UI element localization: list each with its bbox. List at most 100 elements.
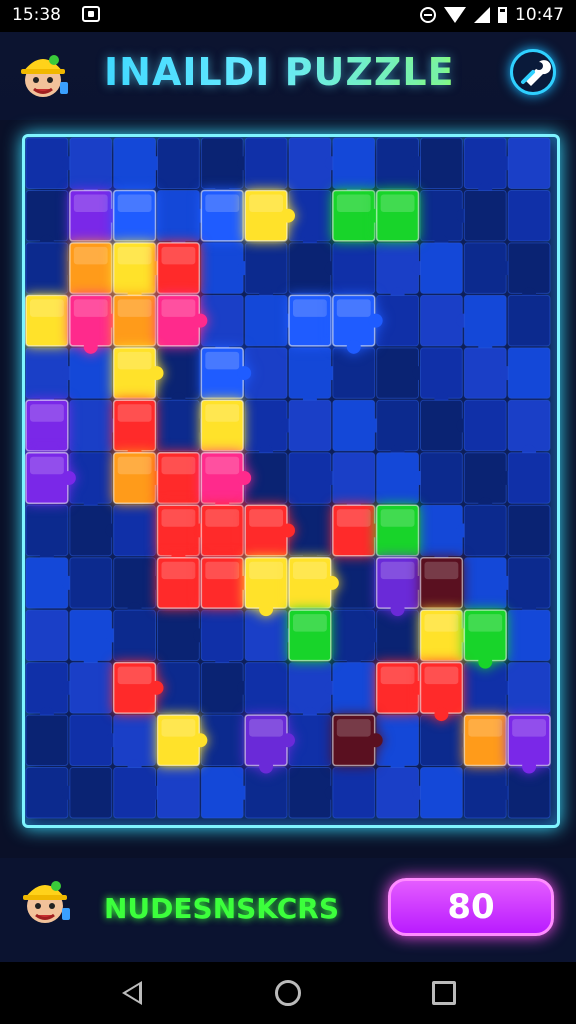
empty-piece[interactable]: [69, 609, 120, 669]
empty-piece[interactable]: [332, 557, 376, 609]
tools-button[interactable]: [510, 49, 556, 95]
empty-piece[interactable]: [25, 767, 76, 819]
placed-piece[interactable]: [200, 347, 252, 400]
placed-piece[interactable]: [25, 452, 76, 504]
empty-piece[interactable]: [507, 294, 551, 347]
empty-piece[interactable]: [69, 767, 113, 819]
empty-piece[interactable]: [113, 557, 164, 617]
empty-piece[interactable]: [332, 609, 383, 669]
empty-piece[interactable]: [244, 242, 288, 302]
placed-piece[interactable]: [375, 189, 420, 242]
empty-piece[interactable]: [200, 714, 244, 767]
empty-piece[interactable]: [157, 662, 200, 722]
placed-piece[interactable]: [332, 714, 383, 767]
placed-piece[interactable]: [419, 661, 464, 722]
empty-piece[interactable]: [288, 189, 332, 249]
score-button[interactable]: 80: [388, 878, 554, 936]
placed-piece[interactable]: [156, 556, 201, 609]
placed-piece[interactable]: [463, 714, 507, 767]
empty-piece[interactable]: [69, 137, 113, 197]
empty-piece[interactable]: [244, 452, 288, 504]
placed-piece[interactable]: [112, 399, 157, 459]
empty-piece[interactable]: [244, 609, 295, 662]
empty-piece[interactable]: [25, 609, 69, 662]
empty-piece[interactable]: [113, 504, 156, 557]
empty-piece[interactable]: [420, 189, 471, 249]
placed-piece[interactable]: [200, 452, 252, 512]
empty-piece[interactable]: [157, 347, 200, 407]
empty-piece[interactable]: [25, 557, 76, 609]
empty-piece[interactable]: [288, 662, 339, 722]
empty-piece[interactable]: [332, 399, 383, 452]
placed-piece[interactable]: [332, 504, 383, 557]
placed-piece[interactable]: [244, 556, 288, 617]
empty-piece[interactable]: [25, 189, 69, 249]
empty-piece[interactable]: [288, 714, 332, 767]
placed-piece[interactable]: [200, 504, 244, 557]
empty-piece[interactable]: [507, 347, 551, 399]
placed-piece[interactable]: [69, 242, 113, 295]
empty-piece[interactable]: [420, 137, 463, 189]
empty-piece[interactable]: [507, 189, 551, 242]
empty-piece[interactable]: [376, 452, 427, 504]
empty-piece[interactable]: [420, 294, 471, 347]
empty-piece[interactable]: [157, 399, 208, 452]
empty-piece[interactable]: [69, 557, 113, 609]
placed-piece[interactable]: [112, 189, 157, 242]
placed-piece[interactable]: [375, 504, 420, 557]
empty-piece[interactable]: [463, 294, 507, 354]
placed-piece[interactable]: [112, 347, 164, 400]
empty-piece[interactable]: [244, 137, 288, 189]
placed-piece[interactable]: [463, 609, 507, 669]
empty-piece[interactable]: [288, 504, 332, 564]
empty-piece[interactable]: [200, 294, 244, 354]
empty-piece[interactable]: [463, 137, 515, 197]
empty-piece[interactable]: [507, 609, 551, 662]
empty-piece[interactable]: [420, 767, 463, 819]
placed-piece[interactable]: [244, 714, 295, 774]
empty-piece[interactable]: [332, 662, 376, 714]
empty-piece[interactable]: [463, 662, 515, 714]
empty-piece[interactable]: [288, 452, 339, 504]
empty-piece[interactable]: [376, 294, 419, 347]
home-icon[interactable]: [275, 980, 301, 1006]
placed-piece[interactable]: [156, 504, 208, 564]
placed-piece[interactable]: [112, 294, 157, 347]
empty-piece[interactable]: [69, 399, 120, 452]
empty-piece[interactable]: [332, 452, 376, 512]
placed-piece[interactable]: [200, 399, 244, 452]
recent-apps-icon[interactable]: [432, 981, 456, 1005]
empty-piece[interactable]: [463, 347, 515, 399]
empty-piece[interactable]: [332, 347, 376, 399]
empty-piece[interactable]: [376, 714, 419, 774]
placed-piece[interactable]: [112, 452, 164, 504]
empty-piece[interactable]: [288, 399, 332, 452]
placed-piece[interactable]: [419, 556, 464, 609]
placed-piece[interactable]: [200, 556, 252, 609]
placed-piece[interactable]: [507, 714, 551, 774]
empty-piece[interactable]: [420, 714, 471, 767]
placed-piece[interactable]: [156, 242, 201, 295]
placed-piece[interactable]: [69, 189, 120, 242]
empty-piece[interactable]: [69, 452, 113, 512]
puzzle-grid[interactable]: [25, 137, 551, 819]
empty-piece[interactable]: [69, 714, 120, 767]
empty-piece[interactable]: [376, 767, 427, 819]
placed-piece[interactable]: [419, 609, 471, 662]
placed-piece[interactable]: [332, 189, 383, 242]
empty-piece[interactable]: [507, 242, 551, 302]
empty-piece[interactable]: [376, 242, 427, 302]
placed-piece[interactable]: [332, 294, 383, 354]
empty-piece[interactable]: [507, 452, 551, 504]
empty-piece[interactable]: [376, 137, 427, 189]
empty-piece[interactable]: [463, 504, 507, 557]
empty-piece[interactable]: [25, 504, 69, 564]
placed-piece[interactable]: [25, 294, 69, 347]
empty-piece[interactable]: [25, 662, 76, 722]
empty-piece[interactable]: [463, 557, 515, 609]
empty-piece[interactable]: [507, 557, 551, 617]
empty-piece[interactable]: [200, 767, 252, 819]
placed-piece[interactable]: [244, 189, 295, 242]
empty-piece[interactable]: [288, 767, 339, 819]
placed-piece[interactable]: [288, 556, 339, 609]
